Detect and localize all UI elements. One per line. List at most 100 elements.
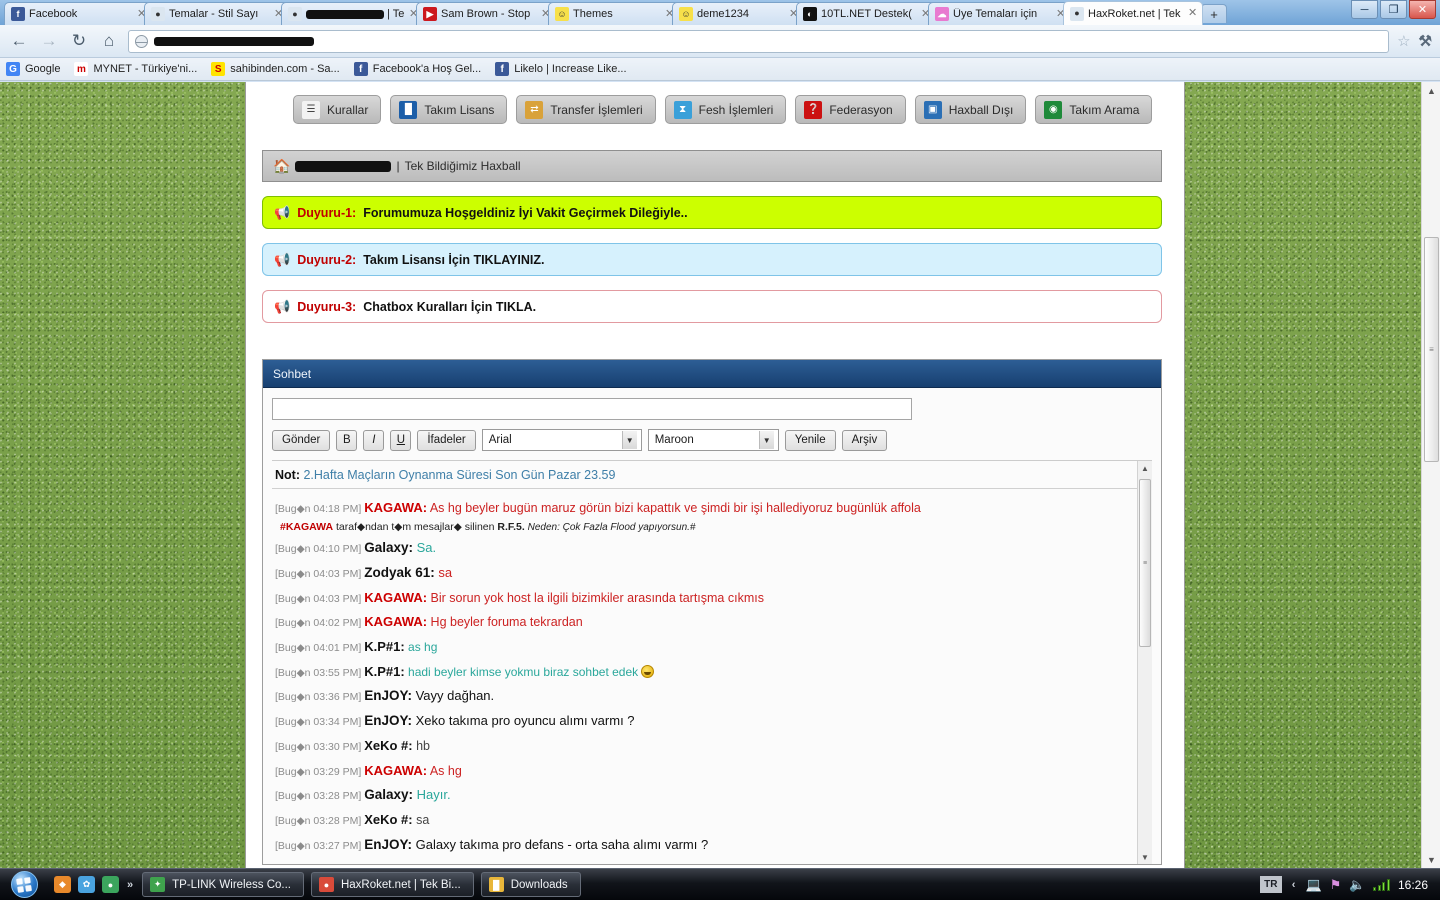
message-nick[interactable]: EnJOY:: [364, 688, 412, 703]
back-button[interactable]: ←: [8, 30, 30, 52]
nav-button-4[interactable]: ❔ Federasyon: [795, 95, 906, 124]
announcement-2[interactable]: 📢 Duyuru-2: Takım Lisansı İçin TIKLAYINIZ.: [262, 243, 1162, 276]
chat-message: [Bug◆n 04:02 PM] KAGAWA: Hg beyler forum…: [275, 610, 1152, 635]
system-ref: R.F.5.: [497, 520, 525, 533]
browser-tab-2[interactable]: ●| Tek✕: [281, 2, 424, 25]
message-nick[interactable]: EnJOY:: [364, 713, 412, 728]
page-scrollbar[interactable]: ▲ ≡ ▼: [1421, 82, 1440, 868]
announcement-1[interactable]: 📢 Duyuru-1: Forumumuza Hoşgeldiniz İyi Vak…: [262, 196, 1162, 229]
reload-button[interactable]: ↻: [68, 30, 90, 52]
underline-button[interactable]: U: [390, 429, 412, 451]
message-nick[interactable]: XeKo #:: [364, 812, 412, 827]
taskbar-item-1[interactable]: ● HaxRoket.net | Tek Bi...: [310, 872, 474, 897]
italic-button[interactable]: I: [363, 429, 385, 451]
new-tab-button[interactable]: +: [1201, 4, 1227, 23]
nav-button-0[interactable]: ☰ Kurallar: [293, 95, 382, 124]
page-scroll-down-button[interactable]: ▼: [1422, 851, 1440, 868]
bookmark-2[interactable]: Ssahibinden.com - Sa...: [211, 62, 340, 76]
minimize-button[interactable]: ─: [1351, 0, 1378, 19]
taskbar-item-0[interactable]: ✦ TP-LINK Wireless Co...: [142, 872, 304, 897]
address-bar[interactable]: [128, 29, 1390, 53]
message-nick[interactable]: K.P#1:: [364, 639, 404, 654]
browser-tab-6[interactable]: ◐ 10TL.NET Destek(✕: [796, 2, 936, 25]
send-button[interactable]: Gönder: [272, 429, 331, 451]
nav-button-6[interactable]: ◉ Takım Arama: [1035, 95, 1153, 124]
home-button[interactable]: ⌂: [98, 30, 120, 52]
message-nick[interactable]: KAGAWA:: [364, 500, 427, 515]
tab-close-icon[interactable]: ✕: [1188, 8, 1198, 19]
chat-scroll-up-button[interactable]: ▲: [1138, 461, 1153, 476]
color-select-value: Maroon: [654, 434, 694, 446]
message-nick[interactable]: KAGAWA:: [364, 590, 427, 605]
maximize-button[interactable]: ❐: [1380, 0, 1407, 19]
message-nick[interactable]: XeKo #:: [364, 738, 412, 753]
forum-nav-buttons: ☰ Kurallar █ Takım Lisans ⇄ Transfer İşlemler…: [246, 82, 1184, 124]
refresh-button[interactable]: Yenile: [784, 429, 836, 451]
page-scroll-thumb[interactable]: ≡: [1424, 237, 1439, 462]
emotes-button[interactable]: İfadeler: [417, 429, 476, 451]
color-select[interactable]: Maroon ▼: [647, 429, 779, 451]
bookmark-4[interactable]: f Likelo | Increase Like...: [495, 62, 627, 76]
nav-button-5[interactable]: ▣ Haxball Dışı: [914, 95, 1027, 124]
tray-expand-icon[interactable]: ‹: [1290, 879, 1298, 891]
message-nick[interactable]: KAGAWA:: [364, 614, 427, 629]
message-nick[interactable]: KAGAWA:: [364, 862, 427, 864]
start-button[interactable]: [0, 870, 48, 900]
volume-icon[interactable]: 🔈: [1349, 877, 1365, 893]
system-actor: #KAGAWA: [280, 520, 334, 533]
chat-message: [Bug◆n 03:55 PM] K.P#1: hadi beyler kims…: [275, 659, 1152, 684]
message-text: As hg: [427, 763, 462, 778]
message-timestamp: [Bug◆n 03:28 PM]: [275, 790, 365, 803]
message-nick[interactable]: Zodyak 61:: [364, 565, 435, 580]
media-player-icon[interactable]: ◆: [54, 876, 71, 893]
chrome-menu-button[interactable]: ⚒: [1419, 32, 1432, 50]
message-nick[interactable]: KAGAWA:: [364, 763, 427, 778]
chrome-icon[interactable]: ●: [102, 876, 119, 893]
browser-tab-1[interactable]: ● Temalar - Stil Sayı ✕: [144, 2, 289, 25]
home-icon: ⌂: [103, 31, 115, 50]
nav-button-1[interactable]: █ Takım Lisans: [390, 95, 508, 124]
browser-tab-4[interactable]: ☺ Themes ✕: [548, 2, 680, 25]
chrome-icon: ●: [318, 877, 334, 892]
message-nick[interactable]: EnJOY:: [364, 837, 412, 852]
chat-message-input[interactable]: [272, 398, 912, 420]
message-nick[interactable]: Galaxy:: [364, 540, 413, 555]
back-icon: ←: [10, 31, 28, 50]
browser-tab-5[interactable]: ☺ deme1234 ✕: [672, 2, 804, 25]
taskbar-clock[interactable]: 16:26: [1398, 878, 1428, 892]
language-indicator[interactable]: TR: [1259, 876, 1282, 893]
chat-scroll-down-button[interactable]: ▼: [1138, 850, 1153, 864]
chat-scrollbar[interactable]: ▲ ≡ ▼: [1137, 461, 1152, 864]
chatbox-title: Sohbet: [273, 366, 312, 381]
page-scroll-up-button[interactable]: ▲: [1422, 82, 1440, 99]
overflow-chevron-icon[interactable]: »: [125, 879, 135, 891]
new-tab-label: +: [1210, 6, 1218, 22]
nav-button-label: Transfer İşlemleri: [550, 102, 643, 117]
gallery-icon[interactable]: ✿: [78, 876, 95, 893]
browser-tab-3[interactable]: ▶ Sam Brown - Stop ✕: [416, 2, 556, 25]
message-nick[interactable]: Galaxy:: [364, 787, 413, 802]
browser-tab-0[interactable]: f Facebook ✕: [4, 2, 152, 25]
announcement-3[interactable]: 📢 Duyuru-3: Chatbox Kuralları İçin TIKLA.: [262, 290, 1162, 323]
bookmark-3[interactable]: f Facebook'a Hoş Gel...: [353, 62, 481, 76]
address-redacted-text: [154, 36, 314, 46]
bookmark-star-icon[interactable]: ☆: [1397, 32, 1410, 50]
bold-button[interactable]: B: [336, 429, 358, 451]
archive-button[interactable]: Arşiv: [841, 429, 888, 451]
close-button[interactable]: ✕: [1409, 0, 1436, 19]
signal-bars-icon[interactable]: [1373, 878, 1390, 891]
message-nick[interactable]: K.P#1:: [364, 664, 404, 679]
chat-scroll-thumb[interactable]: ≡: [1139, 479, 1151, 647]
browser-tab-7[interactable]: ☁ Üye Temaları için ✕: [928, 2, 1071, 25]
nav-button-3[interactable]: ⧗ Fesh İşlemleri: [664, 95, 787, 124]
font-select[interactable]: Arial ▼: [481, 429, 642, 451]
bookmark-0[interactable]: G Google: [6, 62, 60, 76]
nav-button-2[interactable]: ⇄ Transfer İşlemleri: [516, 95, 656, 124]
bookmark-1[interactable]: m MYNET - Türkiye'ni...: [74, 62, 197, 76]
network-icon[interactable]: 💻: [1305, 877, 1321, 893]
archive-label: Arşiv: [851, 434, 878, 446]
browser-tab-8[interactable]: ● HaxRoket.net | Tek ✕: [1063, 1, 1203, 25]
taskbar-item-2[interactable]: █ Downloads: [480, 872, 581, 897]
action-center-icon[interactable]: ⚑: [1330, 877, 1342, 893]
forward-button[interactable]: →: [38, 30, 60, 52]
